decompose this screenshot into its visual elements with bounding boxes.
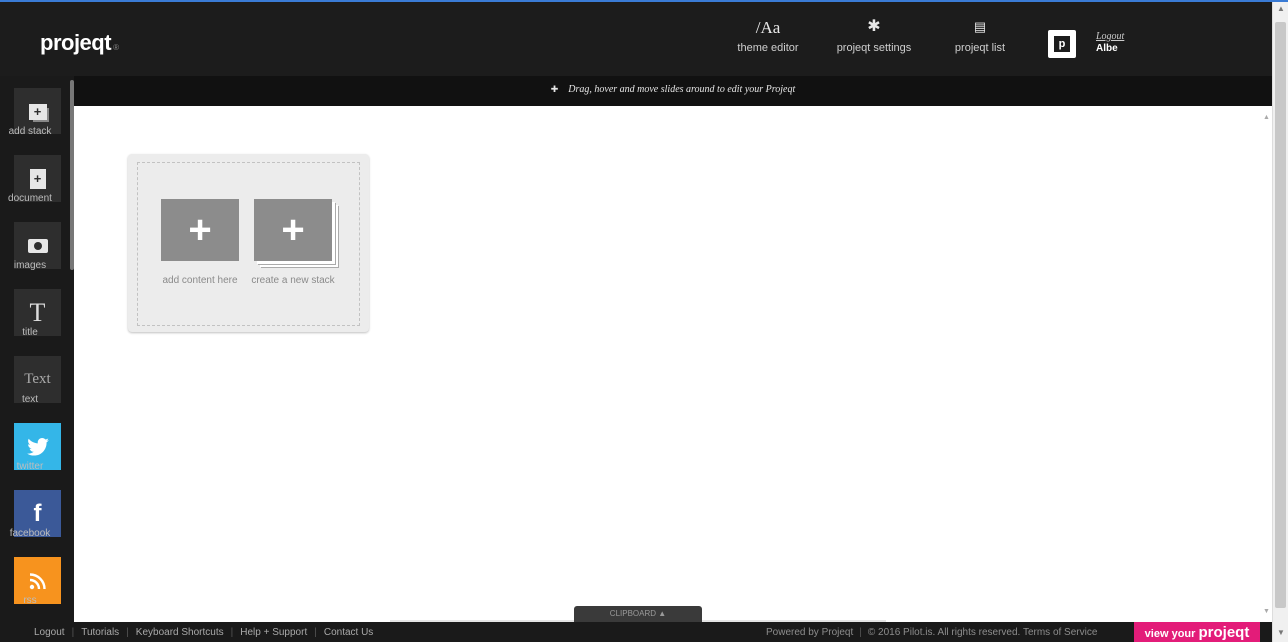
clipboard-label: CLIPBOARD (609, 609, 657, 618)
create-new-stack-caption: create a new stack (251, 275, 335, 286)
footer-contact-link[interactable]: Contact Us (324, 627, 373, 638)
content-sidebar: add stack document images T title Text t… (0, 76, 74, 622)
sidebar-item-label: add stack (8, 126, 52, 137)
footer: Logout | Tutorials | Keyboard Shortcuts | Help… (0, 622, 1272, 642)
sidebar-item-label: facebook (9, 528, 51, 539)
top-header: projeqt ® /Aa theme editor ✱ projeqt sett… (0, 2, 1272, 76)
canvas-scroll-down-icon[interactable]: ▼ (1263, 608, 1270, 615)
theme-editor-label: theme editor (737, 42, 799, 54)
sidebar-item-rss[interactable]: rss (0, 545, 74, 612)
add-content-button[interactable]: + (161, 199, 239, 261)
app-window: projeqt ® /Aa theme editor ✱ projeqt sett… (0, 0, 1288, 642)
gear-icon: ✱ (867, 18, 881, 35)
footer-help-support-link[interactable]: Help + Support (240, 627, 307, 638)
footer-logout-link[interactable]: Logout (34, 627, 65, 638)
sidebar-item-text[interactable]: Text text (0, 344, 74, 411)
footer-separator: | (314, 627, 317, 638)
footer-keyboard-shortcuts-link[interactable]: Keyboard Shortcuts (136, 627, 224, 638)
clipboard-tab[interactable]: CLIPBOARD ▲ (574, 606, 702, 622)
projeqt-list-label: projeqt list (954, 42, 1006, 54)
scrollbar-thumb[interactable] (1275, 22, 1286, 608)
hint-bar: ✚ Drag, hover and move slides around to e… (74, 76, 1272, 106)
sidebar-item-label: images (13, 260, 47, 271)
projeqt-list-button[interactable]: ▤ projeqt list (946, 16, 1014, 54)
chevron-up-icon: ▲ (658, 609, 667, 618)
footer-separator: | (71, 627, 75, 638)
projeqt-logo[interactable]: projeqt ® (40, 30, 119, 56)
plus-icon: + (281, 208, 305, 252)
footer-separator: | (230, 627, 234, 638)
username: Albe (1096, 43, 1118, 54)
terms-link[interactable]: Terms of Service (1023, 627, 1097, 638)
plus-icon: + (188, 208, 212, 252)
sidebar-item-label: document (8, 193, 52, 204)
canvas-scroll-up-icon[interactable]: ▲ (1263, 114, 1270, 121)
list-icon: ▤ (973, 19, 987, 34)
sidebar-item-title[interactable]: T title (0, 277, 74, 344)
powered-by-text: Powered by Projeqt (766, 627, 854, 638)
projeqt-settings-label: projeqt settings (836, 42, 912, 54)
sidebar-item-label: text (21, 394, 39, 405)
registered-mark: ® (113, 43, 119, 52)
sidebar-item-images[interactable]: images (0, 210, 74, 277)
hint-text: Drag, hover and move slides around to ed… (568, 84, 796, 95)
view-prefix: view your (1144, 628, 1196, 640)
sidebar-item-document[interactable]: document (0, 143, 74, 210)
footer-credits: Powered by Projeqt | © 2016 Pilot.is. All … (766, 622, 1097, 642)
view-brand: projeqt (1198, 624, 1250, 641)
stack-card: + + add content here create a new stack (128, 154, 369, 332)
stack-drop-zone: + + add content here create a new stack (137, 162, 360, 326)
projeqt-settings-button[interactable]: ✱ projeqt settings (826, 16, 922, 54)
footer-separator: | (859, 627, 862, 638)
footer-links: Logout | Tutorials | Keyboard Shortcuts | Help… (34, 622, 373, 642)
sidebar-item-add-stack[interactable]: add stack (0, 76, 74, 143)
theme-icon-text: Aa (760, 18, 781, 37)
editor-canvas: + + add content here create a new stack (74, 106, 1262, 622)
theme-editor-icon: /Aa (755, 18, 781, 37)
sidebar-item-label: rss (23, 595, 37, 606)
theme-editor-button[interactable]: /Aa theme editor (728, 16, 808, 54)
move-icon: ✚ (550, 84, 559, 94)
footer-tutorials-link[interactable]: Tutorials (81, 627, 119, 638)
scroll-down-icon[interactable]: ▼ (1273, 628, 1288, 637)
logout-link[interactable]: Logout (1096, 31, 1124, 42)
sidebar-item-twitter[interactable]: twitter (0, 411, 74, 478)
view-your-projeqt-button[interactable]: view your projeqt (1134, 622, 1260, 642)
add-content-caption: add content here (162, 275, 238, 286)
avatar[interactable]: p (1048, 30, 1076, 58)
footer-separator: | (126, 627, 129, 638)
logo-text: projeqt (40, 30, 112, 55)
sidebar-item-label: title (22, 327, 38, 338)
window-scrollbar[interactable]: ▲ ▼ (1272, 2, 1288, 642)
copyright-text: © 2016 Pilot.is. All rights reserved. (867, 627, 1021, 638)
avatar-letter: p (1054, 36, 1070, 52)
scroll-up-icon[interactable]: ▲ (1273, 4, 1288, 13)
sidebar-item-label: twitter (16, 461, 44, 472)
create-new-stack-button[interactable]: + (254, 199, 332, 261)
sidebar-item-facebook[interactable]: f facebook (0, 478, 74, 545)
